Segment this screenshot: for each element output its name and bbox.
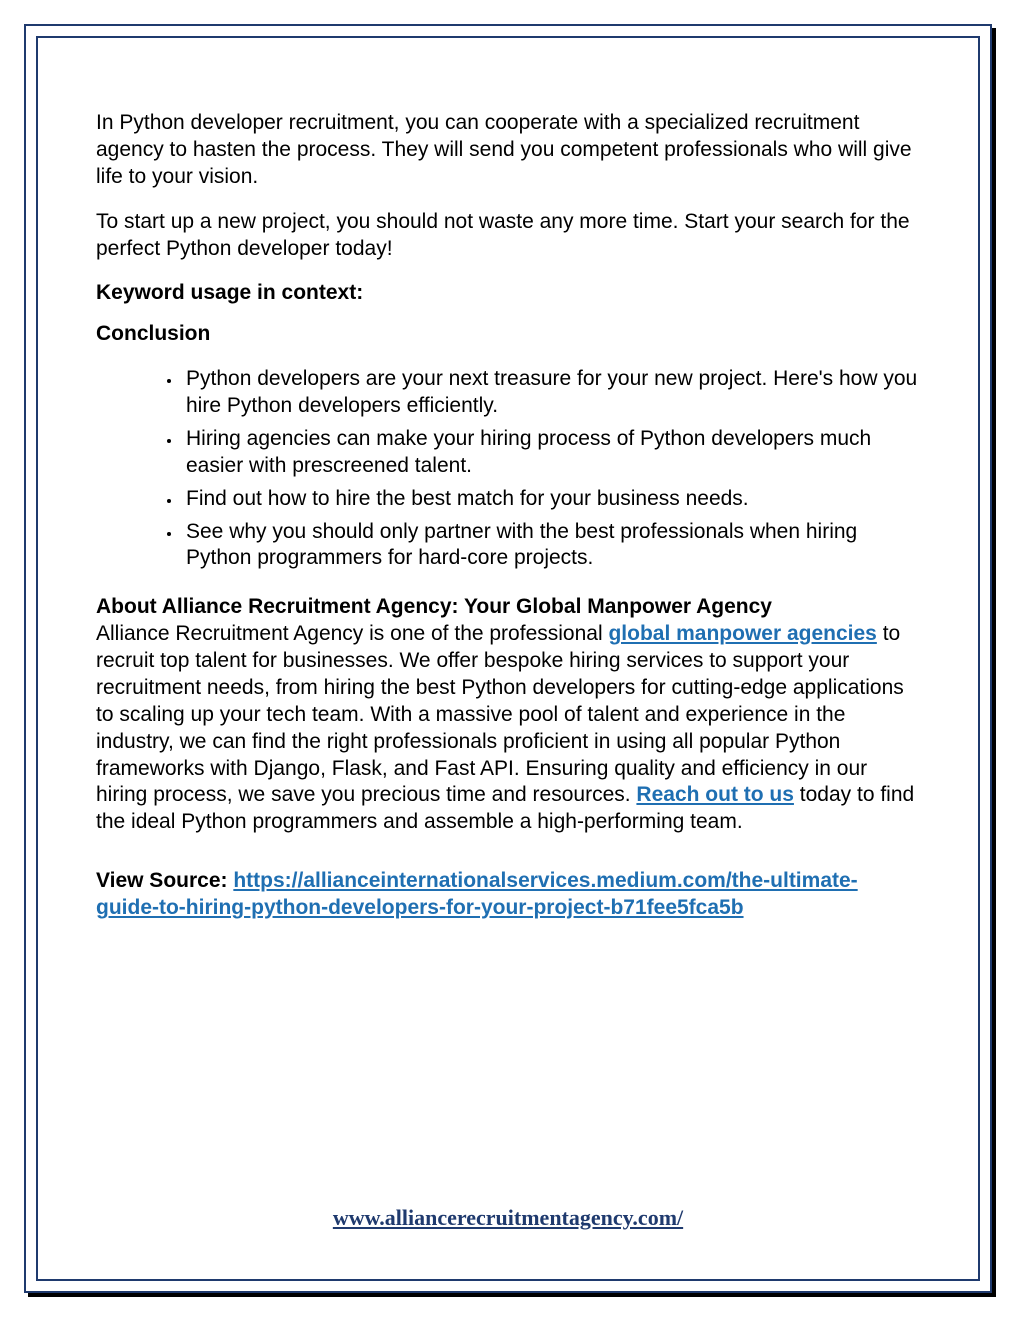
page-inner-border: In Python developer recruitment, you can… xyxy=(36,36,980,1281)
paragraph-recruitment: In Python developer recruitment, you can… xyxy=(96,110,920,191)
document-body: In Python developer recruitment, you can… xyxy=(96,110,920,1205)
about-section: About Alliance Recruitment Agency: Your … xyxy=(96,594,920,836)
paragraph-call-to-action: To start up a new project, you should no… xyxy=(96,209,920,263)
list-item: Hiring agencies can make your hiring pro… xyxy=(182,426,920,480)
about-text-mid-a: to recruit top talent for businesses. We… xyxy=(96,622,904,806)
about-heading: About Alliance Recruitment Agency: Your … xyxy=(96,595,772,618)
page-outer-border: In Python developer recruitment, you can… xyxy=(24,24,992,1293)
spacer xyxy=(96,854,920,868)
link-global-manpower-agencies[interactable]: global manpower agencies xyxy=(608,622,876,645)
view-source-line: View Source: https://allianceinternation… xyxy=(96,868,920,922)
heading-keyword-usage: Keyword usage in context: xyxy=(96,280,920,307)
list-item: Python developers are your next treasure… xyxy=(182,366,920,420)
heading-conclusion: Conclusion xyxy=(96,321,920,348)
view-source-label: View Source: xyxy=(96,869,233,892)
conclusion-bullet-list: Python developers are your next treasure… xyxy=(96,366,920,572)
list-item: Find out how to hire the best match for … xyxy=(182,486,920,513)
about-text-pre: Alliance Recruitment Agency is one of th… xyxy=(96,622,608,645)
list-item: See why you should only partner with the… xyxy=(182,519,920,573)
footer-link[interactable]: www.alliancerecruitmentagency.com/ xyxy=(333,1205,683,1230)
link-reach-out[interactable]: Reach out to us xyxy=(636,783,794,806)
page-footer: www.alliancerecruitmentagency.com/ xyxy=(96,1205,920,1239)
